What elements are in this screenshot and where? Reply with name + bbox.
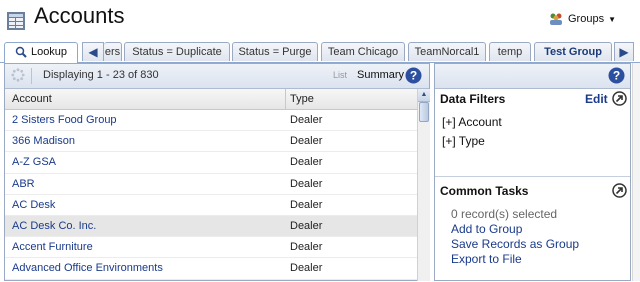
account-name-link[interactable]: Accent Furniture — [12, 241, 93, 253]
groups-menu-button[interactable]: Groups ▼ — [548, 12, 616, 26]
chevron-down-icon: ▼ — [608, 14, 616, 24]
paging-info: Displaying 1 - 23 of 830 — [43, 69, 159, 81]
tab-bar: Lookup ◀ ers Status = Duplicate Status =… — [0, 40, 640, 63]
tab-label: Status = Duplicate — [132, 46, 222, 58]
page-scrollbar[interactable] — [632, 63, 640, 281]
tab-label: ers — [104, 46, 121, 58]
table-row[interactable]: 366 Madison Dealer — [5, 131, 417, 153]
account-name-link[interactable]: ABR — [12, 178, 35, 190]
tab-scroll-right-button[interactable]: ▶ — [614, 42, 634, 61]
circle-arrow-icon[interactable] — [612, 91, 627, 106]
tab-status-purge[interactable]: Status = Purge — [232, 42, 318, 61]
account-name-link[interactable]: Advanced Office Environments — [12, 262, 163, 274]
accounts-table-icon — [7, 12, 25, 30]
save-records-as-group-link[interactable]: Save Records as Group — [451, 237, 579, 251]
refresh-icon[interactable] — [11, 68, 25, 82]
table-row[interactable]: 2 Sisters Food Group Dealer — [5, 110, 417, 132]
arrow-left-icon: ◀ — [88, 45, 98, 59]
groups-label: Groups — [568, 13, 605, 25]
account-type: Dealer — [290, 219, 323, 232]
account-name-link[interactable]: 366 Madison — [12, 135, 75, 147]
edit-filters-link[interactable]: Edit — [585, 92, 608, 106]
scrollbar-thumb[interactable] — [419, 102, 429, 122]
tab-label: Team Chicago — [327, 46, 399, 58]
table-row[interactable]: A-Z GSA Dealer — [5, 152, 417, 174]
magnifier-icon — [15, 46, 27, 58]
groups-people-icon — [550, 13, 562, 25]
tab-test-group[interactable]: Test Group — [534, 42, 612, 61]
add-to-group-link[interactable]: Add to Group — [451, 222, 522, 236]
results-toolbar: Displaying 1 - 23 of 830 List Summary ? — [5, 64, 429, 89]
common-tasks-heading: Common Tasks — [440, 184, 529, 198]
account-name-link[interactable]: 2 Sisters Food Group — [12, 114, 117, 126]
tab-team-chicago[interactable]: Team Chicago — [321, 42, 405, 61]
summary-view-link[interactable]: Summary — [357, 69, 404, 81]
list-view-link[interactable]: List — [333, 70, 347, 80]
table-body: 2 Sisters Food Group Dealer 366 Madison … — [5, 110, 417, 282]
account-name-link[interactable]: A-Z GSA — [12, 156, 56, 168]
section-divider — [435, 176, 630, 177]
tab-lookup[interactable]: Lookup — [4, 42, 78, 63]
export-to-file-link[interactable]: Export to File — [451, 252, 522, 266]
page-header: Accounts Groups ▼ — [0, 0, 640, 40]
help-icon[interactable]: ? — [405, 67, 422, 84]
circle-arrow-icon[interactable] — [612, 183, 627, 198]
column-divider — [285, 89, 286, 109]
page-title: Accounts — [34, 3, 125, 28]
tab-temp[interactable]: temp — [489, 42, 531, 61]
table-scrollbar[interactable]: ▲ — [417, 89, 430, 281]
column-header-account[interactable]: Account — [12, 93, 52, 105]
tab-teamnorcal1[interactable]: TeamNorcal1 — [408, 42, 486, 61]
data-filters-heading: Data Filters — [440, 92, 506, 106]
tab-label: Status = Purge — [238, 46, 312, 58]
account-type: Dealer — [290, 198, 323, 211]
filter-account[interactable]: [+] Account — [442, 115, 502, 129]
table-row[interactable]: Advanced Office Environments Dealer — [5, 258, 417, 280]
table-row[interactable]: Accent Furniture Dealer — [5, 237, 417, 259]
tab-label: temp — [497, 46, 523, 58]
scroll-up-icon[interactable]: ▲ — [418, 89, 430, 102]
account-name-link[interactable]: AC Desk Co. Inc. — [12, 220, 96, 232]
account-type: Dealer — [290, 177, 323, 190]
account-type: Dealer — [290, 114, 323, 126]
account-type: Dealer — [290, 241, 323, 254]
table-row-selected[interactable]: AC Desk Co. Inc. Dealer — [5, 215, 417, 238]
tab-ers[interactable]: ers — [104, 42, 122, 61]
filter-type[interactable]: [+] Type — [442, 134, 485, 148]
side-panel-toolbar: ? — [435, 64, 630, 89]
account-name-link[interactable]: AC Desk — [12, 199, 55, 211]
results-panel: Displaying 1 - 23 of 830 List Summary ? … — [4, 63, 430, 281]
table-row[interactable]: ABR Dealer — [5, 174, 417, 195]
tab-label: Test Group — [544, 46, 602, 58]
selected-count-text: 0 record(s) selected — [451, 207, 558, 221]
svg-text:?: ? — [613, 69, 620, 83]
help-icon[interactable]: ? — [608, 67, 625, 84]
tab-status-duplicate[interactable]: Status = Duplicate — [124, 42, 230, 61]
table-header: Account Type — [5, 89, 417, 110]
svg-text:?: ? — [410, 69, 417, 83]
column-header-type[interactable]: Type — [290, 93, 314, 105]
table-row[interactable]: AC Desk Dealer — [5, 195, 417, 216]
side-panel: ? Data Filters Edit [+] Account [+] Type… — [434, 63, 631, 281]
tab-label: TeamNorcal1 — [414, 46, 480, 58]
account-type: Dealer — [290, 262, 323, 275]
account-type: Dealer — [290, 156, 323, 169]
tab-scroll-left-button[interactable]: ◀ — [82, 42, 104, 61]
account-type: Dealer — [290, 135, 323, 148]
tab-label: Lookup — [30, 46, 68, 58]
toolbar-divider — [31, 68, 32, 84]
arrow-right-icon: ▶ — [619, 45, 629, 59]
